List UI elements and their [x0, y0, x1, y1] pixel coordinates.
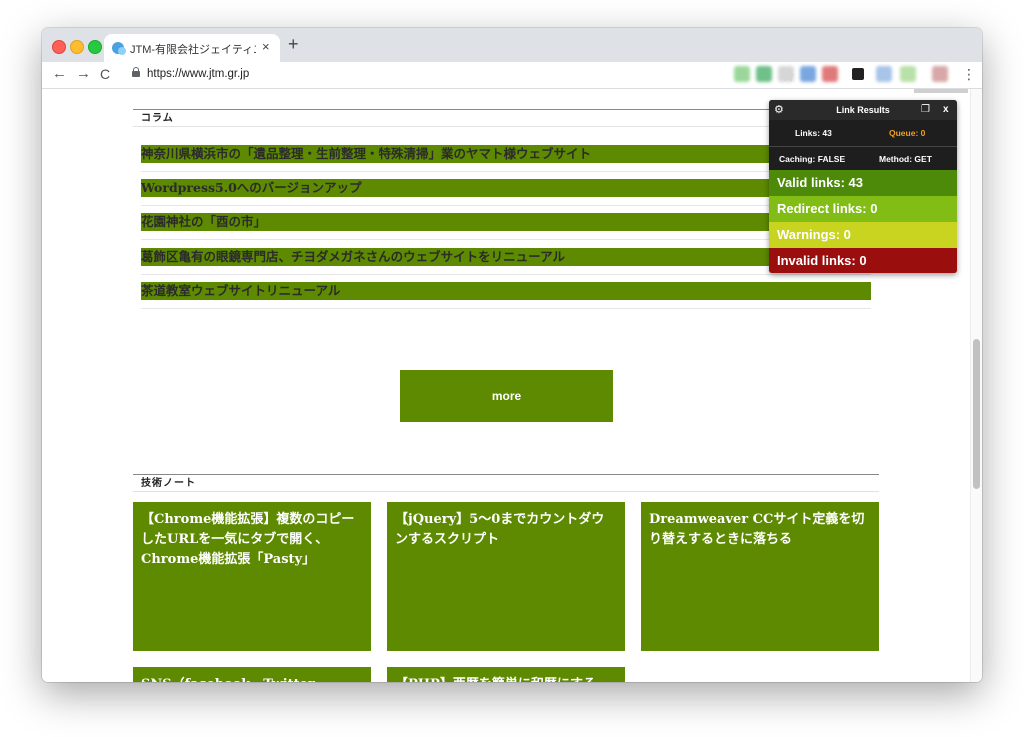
article-card[interactable]: SNS（facebook、Twitter: [133, 667, 371, 682]
scrollbar-thumb[interactable]: [973, 339, 980, 489]
valid-links-row[interactable]: Valid links: 43: [769, 170, 957, 196]
scrollbar[interactable]: [970, 89, 982, 682]
browser-tab[interactable]: JTM-有限会社ジェイティエム［W ×: [104, 34, 280, 62]
column-item[interactable]: 葛飾区亀有の眼鏡専門店、チヨダメガネさんのウェブサイトをリニューアル: [141, 248, 871, 266]
url-text: https://www.jtm.gr.jp: [147, 68, 250, 80]
reload-icon[interactable]: C: [100, 65, 110, 83]
page-content: コラム 神奈川県横浜市の「遺品整理・生前整理・特殊清掃」業のヤマト様ウェブサイト…: [42, 89, 982, 682]
site-favicon-icon: [112, 42, 126, 55]
method-status: Method: GET: [879, 154, 932, 164]
extension-icon[interactable]: [876, 66, 892, 82]
browser-window: JTM-有限会社ジェイティエム［W × + ← → C https://www.…: [42, 28, 982, 682]
more-button[interactable]: more: [400, 370, 613, 422]
caching-status: Caching: FALSE: [779, 154, 846, 164]
extension-icon[interactable]: [900, 66, 916, 82]
divider: [141, 205, 871, 206]
redirect-links-row[interactable]: Redirect links: 0: [769, 196, 957, 222]
warnings-row[interactable]: Warnings: 0: [769, 222, 957, 248]
extension-icon[interactable]: [734, 66, 750, 82]
popout-icon[interactable]: ❐: [921, 104, 930, 115]
column-item[interactable]: 茶道教室ウェブサイトリニューアル: [141, 282, 871, 300]
new-tab-button[interactable]: +: [288, 34, 299, 54]
column-section-heading: コラム: [133, 109, 879, 127]
queue-count: Queue: 0: [889, 128, 926, 138]
article-card[interactable]: 【Chrome機能拡張】複数のコピーしたURLを一気にタブで開く、Chrome機…: [133, 502, 371, 651]
extension-icon[interactable]: [756, 66, 772, 82]
address-bar[interactable]: https://www.jtm.gr.jp ☆: [122, 65, 795, 85]
extension-icon[interactable]: [778, 66, 794, 82]
divider: [141, 274, 871, 275]
extension-icon[interactable]: [800, 66, 816, 82]
column-item[interactable]: Wordpress5.0へのバージョンアップ: [141, 179, 871, 197]
divider: [769, 146, 957, 147]
browser-menu-icon[interactable]: ⋮: [962, 66, 976, 83]
tech-section-heading: 技術ノート: [133, 474, 879, 492]
page-header-fragment: [914, 89, 968, 93]
lock-icon: [132, 67, 140, 77]
divider: [141, 171, 871, 172]
article-card[interactable]: Dreamweaver CCサイト定義を切り替えするときに落ちる: [641, 502, 879, 651]
tab-title: JTM-有限会社ジェイティエム［W: [130, 44, 256, 56]
forward-icon[interactable]: →: [76, 65, 91, 83]
invalid-links-row[interactable]: Invalid links: 0: [769, 248, 957, 273]
article-card[interactable]: 【PHP】西暦を簡単に和暦にする: [387, 667, 625, 682]
column-item[interactable]: 花園神社の「酉の市」: [141, 213, 871, 231]
tab-close-icon[interactable]: ×: [262, 39, 270, 54]
column-item[interactable]: 神奈川県横浜市の「遺品整理・生前整理・特殊清掃」業のヤマト様ウェブサイト: [141, 145, 871, 163]
extension-icon[interactable]: [822, 66, 838, 82]
divider: [141, 308, 871, 309]
links-count: Links: 43: [795, 128, 832, 138]
close-icon[interactable]: x: [943, 104, 949, 115]
link-results-header: ⚙ Link Results ❐ x: [769, 100, 957, 120]
profile-avatar[interactable]: [932, 66, 948, 82]
article-card[interactable]: 【jQuery】5〜0までカウントダウンするスクリプト: [387, 502, 625, 651]
back-icon[interactable]: ←: [52, 65, 67, 83]
link-checker-extension-icon[interactable]: [852, 68, 864, 80]
close-window-button[interactable]: [52, 40, 66, 54]
browser-toolbar: ← → C https://www.jtm.gr.jp ☆ ⋮: [42, 62, 982, 89]
tab-strip: JTM-有限会社ジェイティエム［W × +: [42, 28, 982, 62]
divider: [141, 239, 871, 240]
zoom-window-button[interactable]: [88, 40, 102, 54]
link-results-panel: ⚙ Link Results ❐ x Links: 43 Queue: 0 Ca…: [769, 100, 957, 273]
minimize-window-button[interactable]: [70, 40, 84, 54]
